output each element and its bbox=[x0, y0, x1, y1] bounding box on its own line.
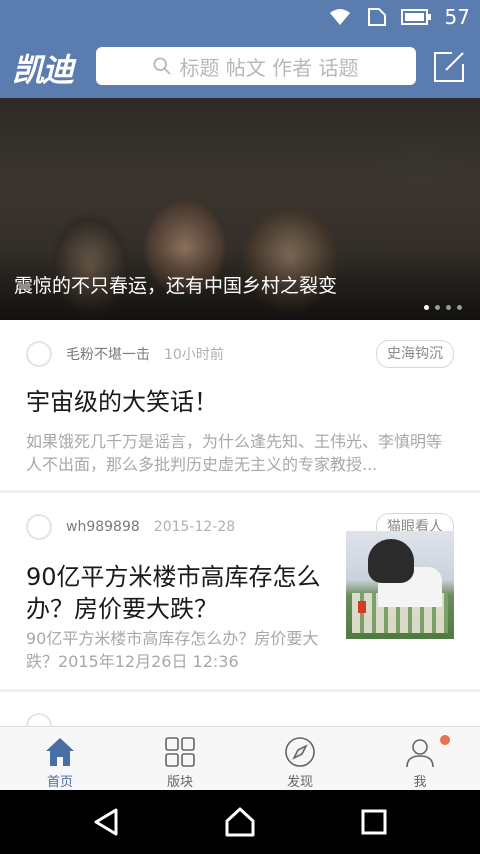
tab-me[interactable]: 我 bbox=[360, 727, 480, 791]
app-bar: 凯迪 标题 帖文 作者 话题 bbox=[0, 34, 480, 98]
tab-boards[interactable]: 版块 bbox=[120, 727, 240, 791]
pager-dot bbox=[457, 305, 462, 310]
post-title: 宇宙级的大笑话！ bbox=[26, 388, 218, 416]
feed-item[interactable]: 毛粉不堪一击 10小时前 史海钩沉 宇宙级的大笑话！ 如果饿死几千万是谣言，为什… bbox=[0, 320, 480, 490]
tab-label: 发现 bbox=[286, 775, 313, 790]
avatar[interactable] bbox=[26, 341, 52, 367]
post-time: 2015-12-28 bbox=[153, 519, 236, 535]
board-tag[interactable]: 史海钩沉 bbox=[376, 340, 454, 368]
compass-icon bbox=[285, 737, 315, 767]
author-name[interactable]: 毛粉不堪一击 bbox=[66, 344, 150, 364]
status-bar: 57 bbox=[0, 0, 480, 34]
compose-icon[interactable] bbox=[432, 50, 466, 84]
pager-dot bbox=[446, 305, 451, 310]
search-placeholder: 标题 帖文 作者 话题 bbox=[179, 55, 359, 80]
avatar[interactable] bbox=[26, 514, 52, 540]
search-input[interactable]: 标题 帖文 作者 话题 bbox=[96, 47, 416, 85]
feed-list: 毛粉不堪一击 10小时前 史海钩沉 宇宙级的大笑话！ 如果饿死几千万是谣言，为什… bbox=[0, 320, 480, 726]
post-thumbnail bbox=[346, 531, 454, 639]
post-excerpt: 如果饿死几千万是谣言，为什么逢先知、王伟光、李慎明等人不出面，那么多批判历史虚无… bbox=[26, 432, 443, 474]
search-icon bbox=[153, 57, 172, 75]
pager-dot bbox=[435, 305, 440, 310]
bottom-tab-bar: 首页 版块 发现 我 bbox=[0, 726, 480, 791]
wifi-icon bbox=[329, 9, 350, 25]
tab-label: 首页 bbox=[46, 775, 73, 790]
tab-label: 版块 bbox=[166, 775, 193, 790]
featured-banner[interactable]: 震惊的不只春运，还有中国乡村之裂变 bbox=[0, 98, 480, 320]
tab-home[interactable]: 首页 bbox=[0, 727, 120, 791]
app-logo: 凯迪 bbox=[12, 51, 74, 89]
person-icon bbox=[406, 739, 434, 768]
feed-item[interactable] bbox=[0, 692, 480, 726]
author-name[interactable]: wh989898 bbox=[66, 519, 140, 535]
feed-item[interactable]: wh989898 2015-12-28 猫眼看人 90亿平方米楼市高库存怎么办？… bbox=[0, 493, 480, 689]
post-title: 90亿平方米楼市高库存怎么办？房价要大跌？ bbox=[26, 563, 321, 623]
home-circle-icon[interactable] bbox=[222, 804, 258, 840]
recents-icon[interactable] bbox=[356, 804, 392, 840]
banner-caption: 震惊的不只春运，还有中国乡村之裂变 bbox=[14, 275, 338, 297]
pager-dot bbox=[424, 305, 429, 310]
post-excerpt: 90亿平方米楼市高库存怎么办？房价要大跌？2015年12月26日 12:36 bbox=[26, 629, 319, 671]
post-time: 10小时前 bbox=[164, 347, 224, 363]
tab-label: 我 bbox=[413, 775, 427, 790]
back-icon[interactable] bbox=[88, 804, 124, 840]
notification-badge bbox=[440, 735, 450, 745]
battery-level: 57 bbox=[444, 5, 470, 29]
system-nav-bar bbox=[0, 790, 480, 854]
battery-icon bbox=[400, 9, 431, 25]
tab-discover[interactable]: 发现 bbox=[240, 727, 360, 791]
home-icon bbox=[46, 738, 74, 766]
banner-pager bbox=[424, 305, 462, 310]
grid-icon bbox=[165, 737, 195, 767]
no-sim-icon bbox=[367, 8, 386, 26]
avatar bbox=[26, 713, 52, 726]
